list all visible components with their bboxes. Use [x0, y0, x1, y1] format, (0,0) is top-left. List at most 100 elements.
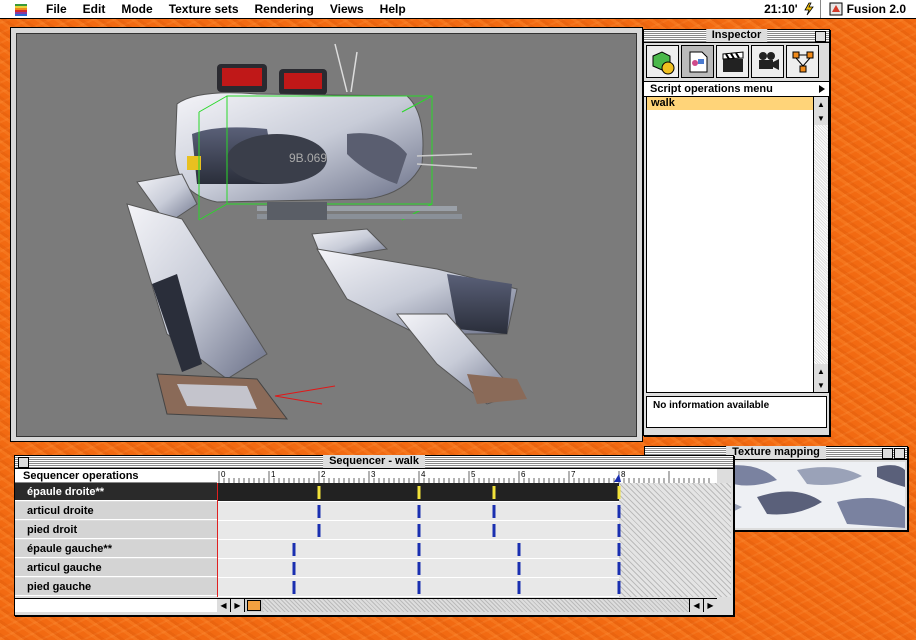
- track-name[interactable]: pied gauche: [15, 578, 217, 596]
- scroll-left-arrow-right[interactable]: ◀: [689, 599, 703, 612]
- keyframe-marker[interactable]: [517, 562, 521, 575]
- inspector-toolbar: [644, 43, 829, 82]
- camera-icon: [758, 51, 779, 70]
- menu-views[interactable]: Views: [322, 2, 372, 16]
- script-operations-menu[interactable]: Script operations menu: [644, 82, 829, 97]
- keyframe-marker[interactable]: [317, 505, 321, 518]
- script-page-icon: [689, 51, 707, 72]
- hierarchy-tool-button[interactable]: [786, 45, 819, 78]
- playhead-marker[interactable]: [614, 474, 621, 482]
- info-panel: No information available: [646, 396, 827, 428]
- keyframe-marker[interactable]: [617, 505, 621, 518]
- menu-arrow-icon: [819, 85, 825, 93]
- hierarchy-icon: [792, 51, 813, 72]
- track-name[interactable]: épaule gauche**: [15, 540, 217, 558]
- menu-rendering[interactable]: Rendering: [247, 2, 322, 16]
- inspector-zoom-box[interactable]: [815, 31, 826, 42]
- keyframe-marker[interactable]: [492, 486, 496, 499]
- keyframe-marker[interactable]: [617, 524, 621, 537]
- sequencer-titlebar[interactable]: Sequencer - walk: [15, 455, 733, 469]
- 3d-viewport-window: 9B.069: [10, 27, 643, 442]
- power-icon[interactable]: [802, 2, 816, 16]
- keyframe-marker[interactable]: [417, 486, 421, 499]
- ruler-label: 1: [271, 470, 276, 479]
- mech-model-render[interactable]: 9B.069: [17, 34, 636, 436]
- sequencer-window: Sequencer - walk Sequencer operations 0 1…: [14, 455, 734, 616]
- texture-collapse-box[interactable]: [894, 448, 905, 459]
- keyframe-marker[interactable]: [317, 524, 321, 537]
- keyframe-marker[interactable]: [617, 543, 621, 556]
- track-name[interactable]: articul gauche: [15, 559, 217, 577]
- scripts-tool-button[interactable]: [681, 45, 714, 78]
- scroll-down-arrow[interactable]: ▼: [814, 111, 828, 125]
- ruler-label: 4: [421, 470, 426, 479]
- keyframe-marker[interactable]: [417, 524, 421, 537]
- camera-tool-button[interactable]: [751, 45, 784, 78]
- keyframe-layer: [217, 483, 621, 597]
- ruler-label: 3: [371, 470, 376, 479]
- fusion-app-icon: [829, 2, 843, 16]
- scroll-right-arrow[interactable]: ▶: [231, 599, 245, 612]
- scroll-track[interactable]: [263, 599, 689, 612]
- menu-texture-sets[interactable]: Texture sets: [161, 2, 247, 16]
- keyframe-marker[interactable]: [617, 581, 621, 594]
- menu-bar: File Edit Mode Texture sets Rendering Vi…: [0, 0, 916, 19]
- scroll-up-arrow[interactable]: ▲: [814, 97, 828, 111]
- menu-separator: [819, 0, 821, 18]
- keyframe-marker[interactable]: [517, 581, 521, 594]
- application-name: Fusion 2.0: [846, 2, 906, 16]
- timeline-horizontal-scrollbar[interactable]: ◀ ▶ ◀ ▶: [217, 598, 717, 612]
- application-menu[interactable]: Fusion 2.0: [825, 2, 916, 16]
- script-operations-label: Script operations menu: [650, 83, 773, 95]
- menu-help[interactable]: Help: [372, 2, 414, 16]
- scroll-down-arrow-bottom[interactable]: ▼: [814, 378, 828, 392]
- 3d-viewport[interactable]: 9B.069: [16, 33, 637, 437]
- script-list: walk ▲ ▼ ▲ ▼: [646, 96, 829, 393]
- keyframe-marker[interactable]: [417, 543, 421, 556]
- sequencer-close-box[interactable]: [18, 457, 29, 468]
- scroll-right-arrow-right[interactable]: ▶: [703, 599, 717, 612]
- inspector-titlebar[interactable]: Inspector: [644, 29, 829, 43]
- script-list-scrollbar[interactable]: ▲ ▼ ▲ ▼: [813, 97, 828, 392]
- ruler-label: 6: [521, 470, 526, 479]
- sequencer-title: Sequencer - walk: [323, 455, 425, 468]
- menu-edit[interactable]: Edit: [75, 2, 114, 16]
- ruler-label: 0: [221, 470, 226, 479]
- inspector-window: Inspector Script operations menu walk ▲ …: [643, 29, 830, 436]
- track-name[interactable]: épaule droite**: [15, 483, 217, 501]
- texture-zoom-box[interactable]: [882, 448, 893, 459]
- keyframe-marker[interactable]: [492, 505, 496, 518]
- sequencer-operations-header[interactable]: Sequencer operations: [15, 469, 217, 483]
- ruler-label: 7: [571, 470, 576, 479]
- scroll-left-arrow[interactable]: ◀: [217, 599, 231, 612]
- cube-sphere-icon: [652, 50, 674, 74]
- objects-tool-button[interactable]: [646, 45, 679, 78]
- timeline-ruler[interactable]: 0 1 2 3 4 5 6 7 8: [217, 469, 717, 484]
- ruler-label: 2: [321, 470, 326, 479]
- scroll-up-arrow-bottom[interactable]: ▲: [814, 364, 828, 378]
- keyframe-marker[interactable]: [417, 581, 421, 594]
- keyframe-marker[interactable]: [292, 543, 296, 556]
- menu-file[interactable]: File: [38, 2, 75, 16]
- track-name[interactable]: articul droite: [15, 502, 217, 520]
- keyframe-marker[interactable]: [317, 486, 321, 499]
- animation-tool-button[interactable]: [716, 45, 749, 78]
- scroll-thumb[interactable]: [247, 600, 261, 611]
- timeline-lanes[interactable]: [217, 483, 731, 597]
- menu-mode[interactable]: Mode: [113, 2, 160, 16]
- ruler-ticks: 0 1 2 3 4 5 6 7 8: [218, 470, 710, 483]
- apple-menu-icon[interactable]: [12, 2, 30, 16]
- sequencer-footer-left: [15, 598, 217, 612]
- keyframe-marker[interactable]: [617, 486, 621, 499]
- inspector-title: Inspector: [705, 29, 768, 42]
- menu-clock[interactable]: 21:10': [764, 2, 802, 16]
- keyframe-marker[interactable]: [617, 562, 621, 575]
- keyframe-marker[interactable]: [517, 543, 521, 556]
- script-item-walk[interactable]: walk: [647, 97, 828, 110]
- keyframe-marker[interactable]: [417, 505, 421, 518]
- keyframe-marker[interactable]: [292, 581, 296, 594]
- track-name[interactable]: pied droit: [15, 521, 217, 539]
- keyframe-marker[interactable]: [292, 562, 296, 575]
- keyframe-marker[interactable]: [417, 562, 421, 575]
- keyframe-marker[interactable]: [492, 524, 496, 537]
